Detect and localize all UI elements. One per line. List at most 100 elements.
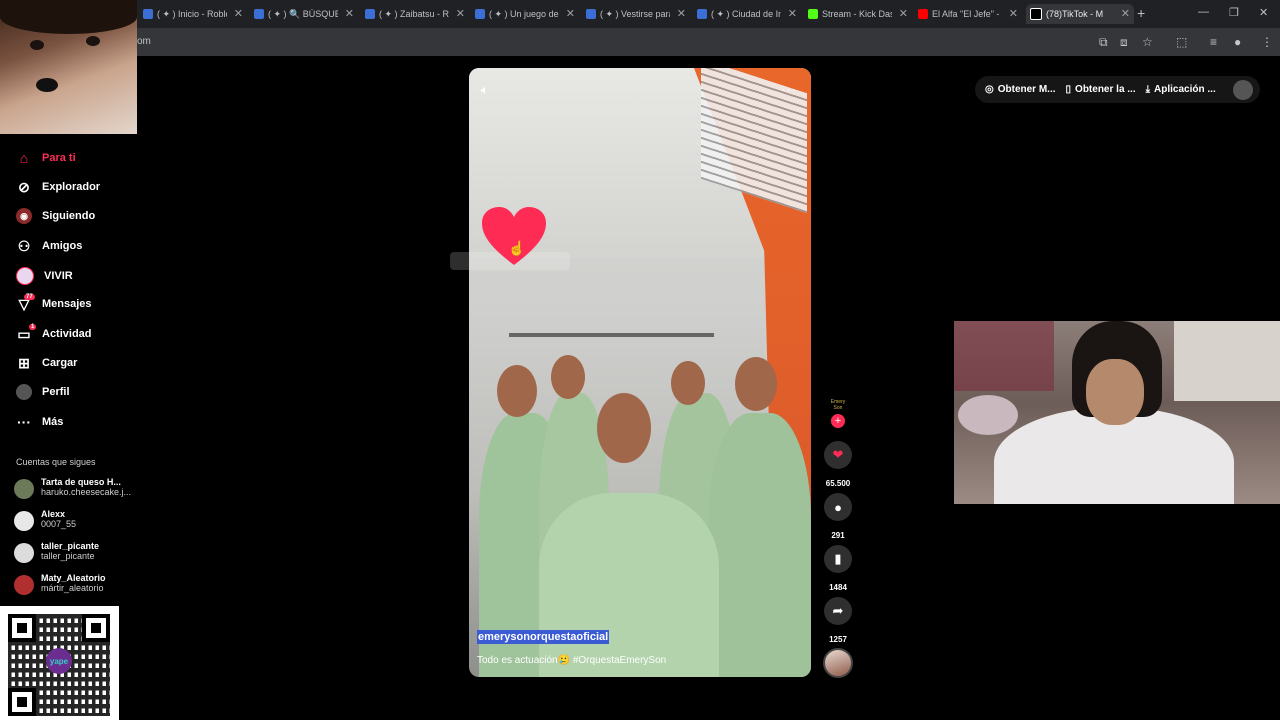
user-avatar[interactable]	[1233, 80, 1253, 100]
qr-finder	[8, 614, 36, 642]
account-name: taller_picante	[41, 541, 100, 551]
followed-account[interactable]: Tarta de queso H... haruko.cheesecake.j..…	[14, 477, 131, 499]
roblox-icon	[254, 9, 264, 19]
menu-icon[interactable]: ⋮	[1261, 35, 1273, 49]
account-name: Maty_Aleatorio	[41, 573, 106, 583]
sidebar-item-siguiendo[interactable]: ◉ Siguiendo	[16, 208, 95, 224]
followed-account[interactable]: Alexx 0007_55	[14, 509, 76, 531]
browser-tab[interactable]: ( ✦ ) Un juego de ✕	[475, 4, 575, 24]
band-member-head	[497, 365, 537, 417]
video-player[interactable]	[469, 68, 811, 677]
roblox-icon	[143, 9, 153, 19]
more-options-icon[interactable]: ···	[781, 82, 797, 97]
webcam-background	[1174, 321, 1280, 401]
account-name: Alexx	[41, 509, 66, 519]
close-icon[interactable]: ✕	[1009, 7, 1018, 20]
extensions-icon[interactable]: ⬚	[1176, 35, 1187, 49]
browser-tab[interactable]: ( ✦ ) Ciudad de In ✕	[697, 4, 797, 24]
friends-icon: ⚇	[17, 237, 31, 254]
browser-tab[interactable]: Stream - Kick Das ✕	[808, 4, 908, 24]
following-icon: ◉	[16, 208, 32, 224]
browser-tab[interactable]: ( ✦ ) Vestirse para ✕	[586, 4, 686, 24]
band-member-head	[671, 361, 705, 405]
heart-icon[interactable]: ❤	[824, 441, 852, 469]
webcam-overlay-right	[954, 321, 1280, 504]
followed-account[interactable]: taller_picante taller_picante	[14, 541, 99, 563]
close-icon[interactable]: ✕	[234, 7, 243, 20]
sidebar-item-cargar[interactable]: ⊞ Cargar	[16, 355, 77, 371]
sidebar-item-label: Siguiendo	[42, 210, 96, 222]
creator-avatar[interactable]: Emery Son	[826, 399, 850, 411]
tab-title: ( ✦ ) Un juego de	[489, 8, 559, 19]
sound-avatar[interactable]	[823, 648, 853, 678]
maximize-icon[interactable]: ❐	[1229, 6, 1239, 19]
button-label: Aplicación ...	[1154, 84, 1216, 95]
sidebar-item-explorador[interactable]: ⊘ Explorador	[16, 179, 100, 195]
media-icon[interactable]: ≡	[1210, 35, 1217, 49]
comment-icon[interactable]: ●	[824, 493, 852, 521]
browser-tab[interactable]: ( ✦ ) Zaibatsu - R ✕	[365, 4, 465, 24]
followed-account[interactable]: Maty_Aleatorio mártir_aleatorio	[14, 573, 106, 595]
new-tab-icon[interactable]: +	[1137, 5, 1145, 21]
get-coins-button[interactable]: ◎ Obtener M...	[985, 84, 1056, 95]
browser-tab[interactable]: El Alfa "El Jefe" - ✕	[918, 4, 1018, 24]
coin-icon: ◎	[985, 84, 994, 95]
share-action[interactable]: ➦ 1257	[823, 597, 853, 644]
band-member-front	[539, 493, 719, 677]
desktop-app-button[interactable]: ⤓ Aplicación ...	[1146, 84, 1216, 95]
band-member-head	[735, 357, 777, 411]
minimize-icon[interactable]: —	[1198, 6, 1209, 18]
headset-mic	[36, 78, 58, 92]
volume-icon[interactable]: 🔈︎	[481, 82, 489, 98]
follow-plus-icon[interactable]: +	[831, 414, 845, 428]
button-label: Obtener M...	[997, 84, 1056, 95]
close-icon[interactable]: ✕	[677, 7, 686, 20]
roblox-icon	[475, 9, 485, 19]
account-handle: mártir_aleatorio	[41, 583, 104, 593]
sidebar-item-actividad[interactable]: ▭ Actividad	[16, 326, 91, 342]
tab-title: (78)TikTok - M	[1046, 9, 1104, 19]
like-action[interactable]: ❤ 65.500	[823, 441, 853, 488]
close-icon[interactable]: ✕	[1121, 7, 1130, 20]
sidebar-item-amigos[interactable]: ⚇ Amigos	[16, 237, 83, 254]
button-label: Obtener la ...	[1075, 84, 1136, 95]
webcam-plush-toy	[958, 395, 1018, 435]
tab-title: ( ✦ ) Ciudad de In	[711, 8, 781, 19]
translate-icon[interactable]: ⧉	[1099, 35, 1108, 50]
save-count: 1484	[829, 583, 847, 592]
close-icon[interactable]: ✕	[566, 7, 575, 20]
cast-icon[interactable]: ⧈	[1120, 35, 1128, 50]
close-icon[interactable]: ✕	[788, 7, 797, 20]
roblox-icon	[365, 9, 375, 19]
browser-tab[interactable]: ( ✦ ) 🔍 BÚSQUEDA ✕	[254, 4, 354, 24]
bookmark-icon[interactable]: ▮	[824, 545, 852, 573]
live-icon	[16, 267, 34, 285]
close-icon[interactable]: ✕	[899, 7, 908, 20]
star-icon[interactable]: ☆	[1142, 35, 1153, 49]
profile-icon[interactable]: ●	[1234, 35, 1241, 49]
sidebar-item-perfil[interactable]: Perfil	[16, 384, 70, 400]
browser-tab-active[interactable]: (78)TikTok - M ✕	[1026, 4, 1134, 24]
avatar	[14, 511, 34, 531]
sidebar-item-label: Más	[42, 416, 64, 428]
sidebar-item-vivir[interactable]: VIVIR	[16, 267, 73, 285]
comment-action[interactable]: ● 291	[823, 493, 853, 540]
browser-tab[interactable]: ( ✦ ) Inicio - Roblo ✕	[143, 4, 243, 24]
video-username[interactable]: emerysonorquestaoficial	[477, 630, 610, 644]
compass-icon: ⊘	[18, 178, 30, 195]
sidebar-item-mas[interactable]: ··· Más	[16, 414, 63, 430]
account-handle: 0007_55	[41, 519, 77, 529]
close-icon[interactable]: ✕	[456, 7, 465, 20]
sidebar-item-para-ti[interactable]: ⌂ Para ti	[16, 150, 76, 166]
video-band-members	[479, 353, 811, 677]
close-window-icon[interactable]: ✕	[1259, 6, 1268, 19]
get-app-button[interactable]: ▯ Obtener la ...	[1066, 84, 1136, 95]
comment-count: 291	[831, 531, 845, 540]
home-icon: ⌂	[19, 150, 29, 166]
save-action[interactable]: ▮ 1484	[823, 545, 853, 592]
address-bar[interactable]: om ⧉ ⧈ ☆ ⬚ ≡ ● ⋮	[0, 28, 1280, 56]
youtube-icon	[918, 9, 928, 19]
close-icon[interactable]: ✕	[345, 7, 354, 20]
tab-title: ( ✦ ) Vestirse para	[600, 8, 670, 19]
share-icon[interactable]: ➦	[824, 597, 852, 625]
